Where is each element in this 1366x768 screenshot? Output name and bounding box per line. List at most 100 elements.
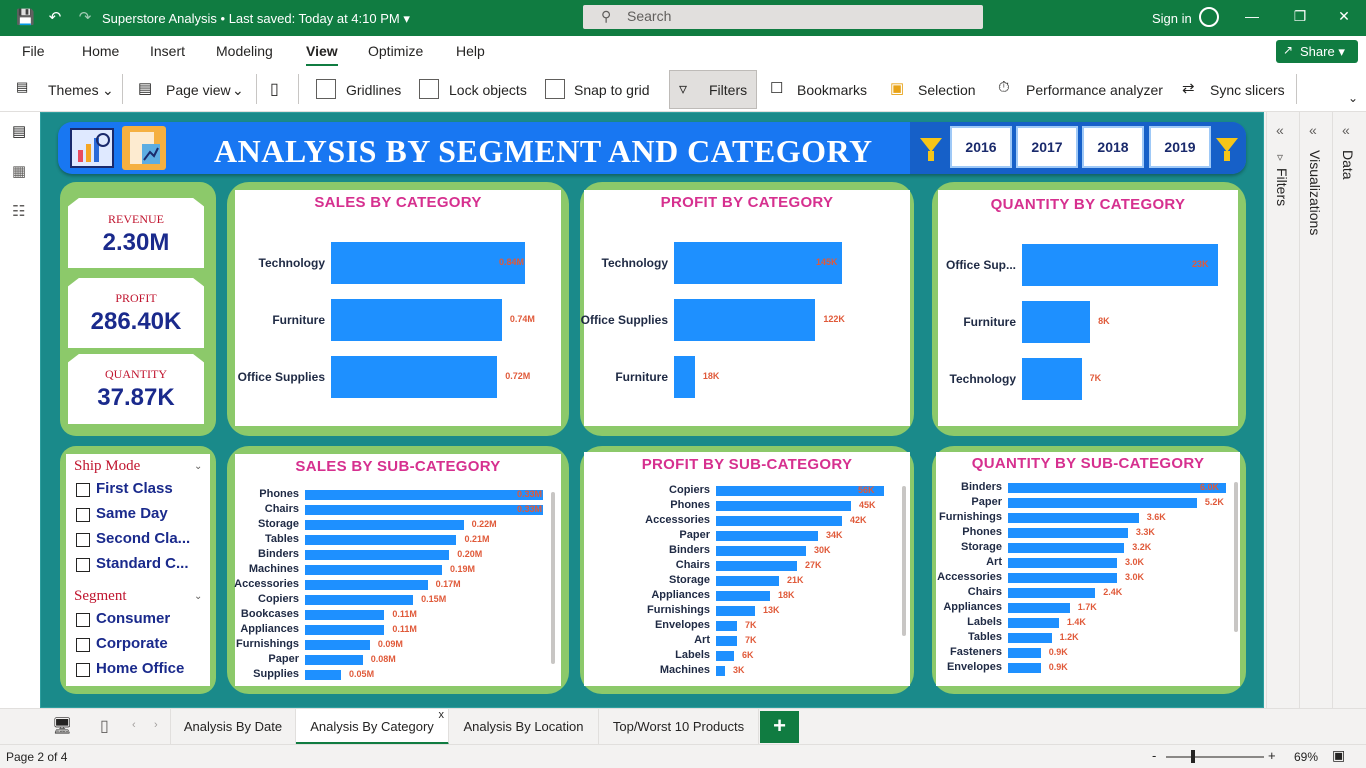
bar[interactable] xyxy=(305,595,414,605)
year-2019-button[interactable]: 2019 xyxy=(1149,126,1211,168)
slicer-item[interactable]: Standard C... xyxy=(96,555,189,572)
slicer-item[interactable]: Home Office xyxy=(96,660,184,677)
undo-icon[interactable]: ↶ xyxy=(46,9,64,27)
sales-by-subcategory-chart[interactable]: SALES BY SUB-CATEGORY Phones 0.33M Chairs 0.… xyxy=(234,454,561,686)
bar[interactable] xyxy=(305,520,464,530)
slicer-item[interactable]: Corporate xyxy=(96,635,168,652)
bar[interactable] xyxy=(716,636,737,646)
bar[interactable] xyxy=(305,670,342,680)
lock-objects-checkbox[interactable] xyxy=(419,79,439,99)
bar[interactable] xyxy=(716,531,818,541)
data-pane[interactable]: « Data xyxy=(1332,112,1365,708)
fit-to-page-icon[interactable]: ▣ xyxy=(1332,747,1345,764)
chevron-down-icon[interactable]: ⌄ xyxy=(1348,88,1358,108)
bar[interactable] xyxy=(1008,618,1059,628)
bar[interactable] xyxy=(305,640,370,650)
bookmarks-button[interactable]: Bookmarks xyxy=(797,80,867,100)
bar[interactable] xyxy=(305,505,543,515)
bar[interactable] xyxy=(716,576,779,586)
bar[interactable] xyxy=(305,655,363,665)
first-class-checkbox[interactable] xyxy=(76,483,90,497)
bar[interactable] xyxy=(1008,573,1117,583)
prev-page-icon[interactable]: ‹ xyxy=(132,719,136,731)
chevron-left-icon[interactable]: « xyxy=(1309,122,1317,138)
corporate-checkbox[interactable] xyxy=(76,638,90,652)
gridlines-checkbox[interactable] xyxy=(316,79,336,99)
bar[interactable] xyxy=(305,550,450,560)
menu-optimize[interactable]: Optimize xyxy=(368,43,423,59)
bar[interactable] xyxy=(716,501,851,511)
slicer-item[interactable]: Consumer xyxy=(96,610,170,627)
menu-home[interactable]: Home xyxy=(82,43,119,59)
sales-by-category-chart[interactable]: SALES BY CATEGORY Technology 0.84M Furnitur… xyxy=(235,190,561,426)
chevron-down-icon[interactable]: ⌄ xyxy=(194,591,202,602)
slicer-item[interactable]: Same Day xyxy=(96,505,168,522)
bar[interactable] xyxy=(1008,588,1096,598)
bar[interactable] xyxy=(331,242,525,284)
bar[interactable] xyxy=(305,490,543,500)
menu-insert[interactable]: Insert xyxy=(150,43,185,59)
sync-slicers-button[interactable]: Sync slicers xyxy=(1210,80,1285,100)
same-day-checkbox[interactable] xyxy=(76,508,90,522)
selection-button[interactable]: Selection xyxy=(918,80,976,100)
tab-analysis-by-category[interactable]: Analysis By Category x xyxy=(296,709,449,745)
bar[interactable] xyxy=(716,651,734,661)
performance-analyzer-button[interactable]: Performance analyzer xyxy=(1026,80,1163,100)
bar[interactable] xyxy=(305,610,385,620)
bar[interactable] xyxy=(1008,498,1197,508)
chevron-down-icon[interactable]: ⌄ xyxy=(102,80,114,100)
bar[interactable] xyxy=(331,299,502,341)
minimize-icon[interactable]: — xyxy=(1242,8,1262,24)
scrollbar[interactable] xyxy=(1234,482,1238,632)
bar[interactable] xyxy=(331,356,498,398)
mobile-view-icon[interactable]: ▯ xyxy=(100,716,109,736)
visualizations-pane[interactable]: « Visualizations xyxy=(1299,112,1332,708)
chevron-down-icon[interactable]: ⌄ xyxy=(232,80,244,100)
zoom-slider[interactable] xyxy=(1166,756,1264,758)
bar[interactable] xyxy=(305,625,385,635)
page-view-button[interactable]: Page view xyxy=(166,80,231,100)
menu-view[interactable]: View xyxy=(306,43,338,66)
slicer-item[interactable]: First Class xyxy=(96,480,173,497)
consumer-checkbox[interactable] xyxy=(76,613,90,627)
close-tab-icon[interactable]: x xyxy=(439,697,445,733)
bar[interactable] xyxy=(1008,633,1052,643)
avatar[interactable] xyxy=(1199,7,1219,27)
chevron-left-icon[interactable]: « xyxy=(1276,122,1284,138)
close-icon[interactable]: ✕ xyxy=(1334,8,1354,25)
bar[interactable] xyxy=(1008,558,1117,568)
slicer-item[interactable]: Second Cla... xyxy=(96,530,190,547)
profit-by-subcategory-chart[interactable]: PROFIT BY SUB-CATEGORY Copiers 56K Phones 45… xyxy=(584,452,910,686)
scrollbar[interactable] xyxy=(551,492,555,664)
tab-top-worst-products[interactable]: Top/Worst 10 Products xyxy=(599,709,759,745)
chevron-down-icon[interactable]: ⌄ xyxy=(194,461,202,472)
model-view-icon[interactable]: ☷ xyxy=(12,202,25,220)
snap-to-grid-checkbox[interactable] xyxy=(545,79,565,99)
home-office-checkbox[interactable] xyxy=(76,663,90,677)
year-2017-button[interactable]: 2017 xyxy=(1016,126,1078,168)
share-button[interactable]: ↗ Share ▾ xyxy=(1276,40,1358,63)
report-view-icon[interactable]: ▤ xyxy=(12,122,26,140)
add-page-button[interactable]: + xyxy=(760,711,799,743)
standard-class-checkbox[interactable] xyxy=(76,558,90,572)
bar[interactable] xyxy=(1022,244,1218,286)
bar[interactable] xyxy=(1008,543,1125,553)
filters-pane[interactable]: « ▿ Filters xyxy=(1266,112,1299,708)
app-title[interactable]: Superstore Analysis • Last saved: Today … xyxy=(102,11,410,27)
bar[interactable] xyxy=(716,516,842,526)
bar[interactable] xyxy=(1008,513,1139,523)
profit-by-category-chart[interactable]: PROFIT BY CATEGORY Technology 145K Office S… xyxy=(581,190,910,426)
bar[interactable] xyxy=(674,356,695,398)
save-icon[interactable]: 💾 xyxy=(16,9,35,27)
bar[interactable] xyxy=(1008,603,1070,613)
chevron-left-icon[interactable]: « xyxy=(1342,122,1350,138)
themes-button[interactable]: Themes xyxy=(48,80,99,100)
zoom-in-icon[interactable]: + xyxy=(1268,748,1276,763)
scrollbar[interactable] xyxy=(902,486,906,636)
menu-help[interactable]: Help xyxy=(456,43,485,59)
bar[interactable] xyxy=(305,535,457,545)
quantity-by-category-chart[interactable]: QUANTITY BY CATEGORY Office Sup... 23K Furn… xyxy=(938,190,1238,426)
year-2016-button[interactable]: 2016 xyxy=(950,126,1012,168)
bar[interactable] xyxy=(1022,301,1091,343)
bar[interactable] xyxy=(716,591,770,601)
